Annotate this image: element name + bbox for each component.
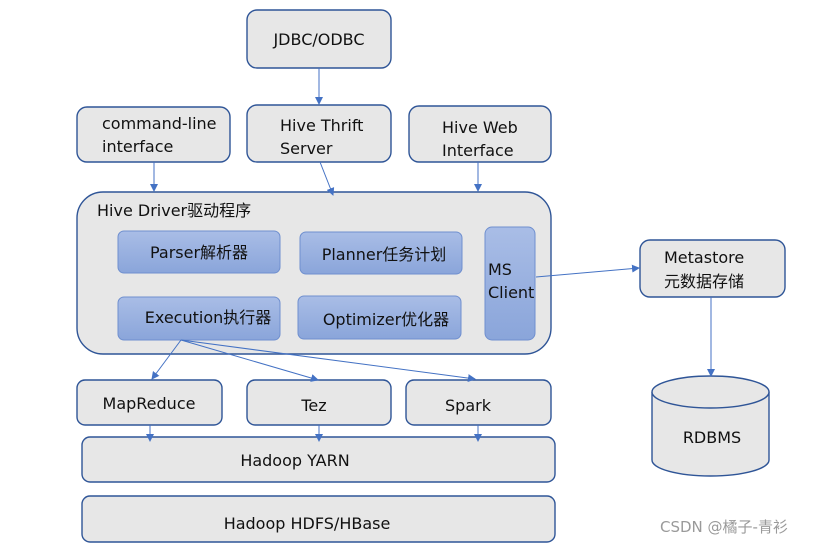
hive-architecture-diagram: JDBC/ODBC command-line interface Hive Th… [76, 9, 788, 543]
svg-text:Hive Driver驱动程序: Hive Driver驱动程序 [97, 201, 251, 220]
svg-text:Execution执行器: Execution执行器 [145, 308, 272, 327]
optimizer-node: Optimizer优化器 [297, 295, 462, 340]
jdbc-odbc-node: JDBC/ODBC [246, 9, 392, 69]
svg-text:Optimizer优化器: Optimizer优化器 [323, 310, 449, 329]
hadoop-hdfs-hbase-node: Hadoop HDFS/HBase [81, 495, 556, 543]
planner-node: Planner任务计划 [299, 231, 463, 275]
svg-text:Spark: Spark [445, 396, 492, 415]
svg-text:Hadoop YARN: Hadoop YARN [240, 451, 349, 470]
execution-node: Execution执行器 [117, 296, 281, 341]
arrow-thrift-to-driver [319, 161, 335, 196]
svg-text:MS: MS [488, 260, 512, 279]
watermark: CSDN @橘子-青衫 [660, 518, 788, 536]
spark-node: Spark [405, 379, 552, 426]
parser-node: Parser解析器 [117, 230, 281, 274]
svg-text:Planner任务计划: Planner任务计划 [322, 245, 447, 264]
ms-client-node: MS Client [484, 226, 536, 341]
svg-text:Hive Web: Hive Web [442, 118, 518, 137]
svg-text:Interface: Interface [442, 141, 514, 160]
svg-text:Tez: Tez [300, 396, 326, 415]
svg-text:Parser解析器: Parser解析器 [150, 243, 248, 262]
mapreduce-node: MapReduce [76, 379, 223, 426]
svg-text:JDBC/ODBC: JDBC/ODBC [272, 30, 364, 49]
svg-text:interface: interface [102, 137, 173, 156]
svg-text:command-line: command-line [102, 114, 217, 133]
hive-web-interface-node: Hive Web Interface [408, 105, 552, 163]
tez-node: Tez [246, 379, 392, 426]
svg-text:Hadoop HDFS/HBase: Hadoop HDFS/HBase [224, 514, 391, 533]
rdbms-cylinder-node: RDBMS [651, 375, 770, 477]
svg-text:MapReduce: MapReduce [103, 394, 196, 413]
svg-text:RDBMS: RDBMS [683, 428, 741, 447]
svg-text:Client: Client [488, 283, 534, 302]
hadoop-yarn-node: Hadoop YARN [81, 436, 556, 483]
command-line-interface-node: command-line interface [76, 106, 231, 163]
svg-text:Metastore: Metastore [664, 248, 744, 267]
metastore-node: Metastore 元数据存储 [639, 239, 786, 298]
svg-text:Server: Server [280, 139, 333, 158]
svg-text:Hive Thrift: Hive Thrift [280, 116, 363, 135]
hive-thrift-server-node: Hive Thrift Server [246, 104, 392, 163]
svg-text:元数据存储: 元数据存储 [664, 272, 744, 291]
